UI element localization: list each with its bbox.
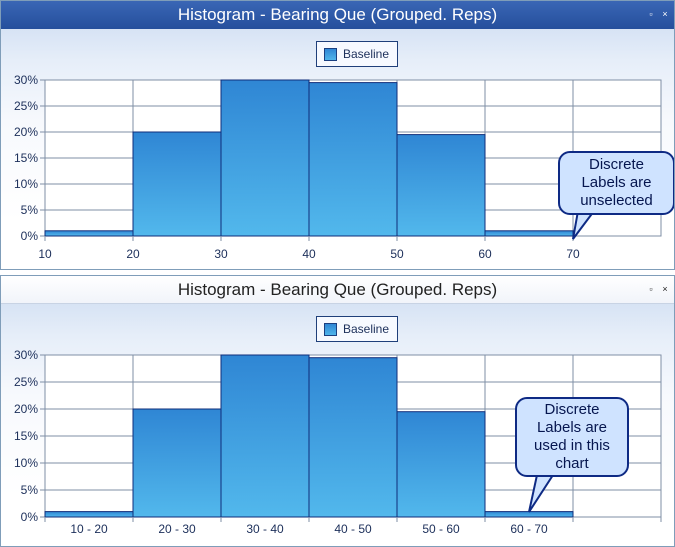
histogram-bar[interactable]: [132, 408, 222, 518]
x-tick-label: 30 - 40: [246, 522, 284, 536]
x-tick-label: 70: [566, 247, 580, 261]
x-tick-label: 10 - 20: [70, 522, 108, 536]
y-tick-label: 30%: [14, 348, 38, 362]
x-tick-label: 20: [126, 247, 140, 261]
histogram-panel-bottom: Histogram - Bearing Que (Grouped. Reps) …: [0, 275, 675, 547]
y-tick-label: 15%: [14, 151, 38, 165]
callout-box: Discrete Labels are unselected: [558, 151, 674, 215]
callout-line: Discrete: [544, 401, 600, 418]
y-tick-label: 0%: [21, 229, 39, 243]
x-tick-label: 40 - 50: [334, 522, 372, 536]
callout-line: used in this: [534, 437, 610, 454]
histogram-bar[interactable]: [220, 354, 310, 518]
callout-text: Discrete Labels are used in this chart: [534, 401, 610, 473]
x-tick-label: 50 - 60: [422, 522, 460, 536]
histogram-panel-top: Histogram - Bearing Que (Grouped. Reps) …: [0, 0, 675, 270]
callout-line: chart: [555, 455, 589, 472]
histogram-bar[interactable]: [220, 79, 310, 237]
x-tick-label: 60 - 70: [510, 522, 548, 536]
y-tick-label: 5%: [21, 483, 39, 497]
y-tick-label: 15%: [14, 429, 38, 443]
y-tick-label: 20%: [14, 125, 38, 139]
y-tick-label: 0%: [21, 510, 39, 524]
x-tick-label: 60: [478, 247, 492, 261]
histogram-bar[interactable]: [44, 230, 134, 237]
y-tick-label: 20%: [14, 402, 38, 416]
y-tick-label: 5%: [21, 203, 39, 217]
callout-line: Labels are: [581, 174, 652, 191]
histogram-bar[interactable]: [308, 82, 398, 237]
callout-line: unselected: [580, 192, 653, 209]
x-tick-label: 30: [214, 247, 228, 261]
y-tick-label: 25%: [14, 375, 38, 389]
x-tick-label: 20 - 30: [158, 522, 196, 536]
y-tick-label: 30%: [14, 73, 38, 87]
histogram-bar[interactable]: [132, 131, 222, 237]
y-tick-label: 25%: [14, 99, 38, 113]
callout-text: Discrete Labels are unselected: [580, 156, 653, 210]
x-tick-label: 40: [302, 247, 316, 261]
histogram-bar[interactable]: [308, 357, 398, 518]
callout-line: Labels are: [536, 419, 608, 436]
y-tick-label: 10%: [14, 456, 38, 470]
x-tick-label: 10: [38, 247, 52, 261]
callout-box: Discrete Labels are used in this chart: [515, 397, 629, 477]
callout-line: Discrete: [588, 156, 644, 173]
y-tick-label: 10%: [14, 177, 38, 191]
histogram-bar[interactable]: [396, 411, 486, 518]
x-tick-label: 50: [390, 247, 404, 261]
histogram-bar[interactable]: [44, 511, 134, 518]
histogram-bar[interactable]: [396, 134, 486, 237]
